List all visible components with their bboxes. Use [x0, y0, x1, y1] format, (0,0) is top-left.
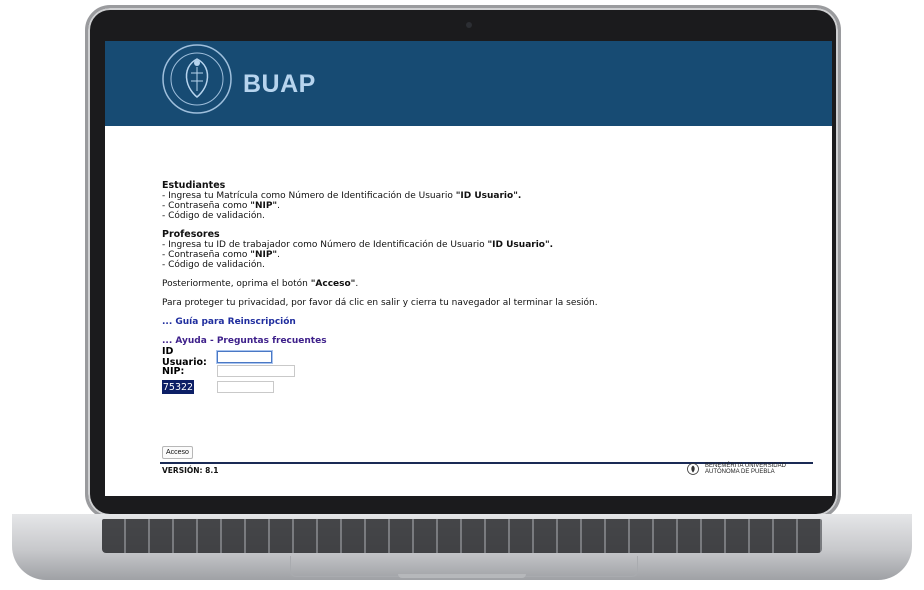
- footer-line-2: AUTÓNOMA DE PUEBLA: [705, 469, 775, 475]
- access-button[interactable]: Acceso: [162, 446, 193, 459]
- students-line-3: - Código de validación.: [162, 211, 265, 221]
- help-link[interactable]: ... Ayuda - Preguntas frecuentes: [162, 336, 822, 346]
- login-form: ID Usuario: NIP: 75322: [162, 346, 295, 394]
- nip-input[interactable]: [217, 365, 295, 377]
- id-input[interactable]: [216, 350, 273, 364]
- lid-notch: [398, 574, 526, 578]
- students-line-2: - Contraseña como "NIP".: [162, 201, 280, 211]
- captcha-input[interactable]: [217, 381, 274, 393]
- page-header: BUAP: [105, 41, 832, 126]
- id-row: ID Usuario:: [162, 346, 295, 368]
- camera-icon: [466, 22, 472, 28]
- students-title: Estudiantes: [162, 180, 226, 191]
- footer-brand: BENEMÉRITA UNIVERSIDAD AUTÓNOMA DE PUEBL…: [687, 463, 786, 475]
- guide-link[interactable]: ... Guía para Reinscripción: [162, 317, 822, 327]
- instructions: Estudiantes - Ingresa tu Matrícula como …: [162, 180, 822, 347]
- captcha-row: 75322: [162, 380, 295, 394]
- laptop-mockup: BUAP Estudiantes - Ingresa tu Matrícula …: [0, 0, 924, 590]
- nip-label: NIP:: [162, 365, 185, 377]
- captcha-code: 75322: [162, 380, 194, 394]
- nip-row: NIP:: [162, 364, 295, 378]
- professors-title: Profesores: [162, 229, 220, 240]
- professors-line-2: - Contraseña como "NIP".: [162, 250, 280, 260]
- version-label: VERSIÓN: 8.1: [162, 466, 219, 475]
- browser-screen: BUAP Estudiantes - Ingresa tu Matrícula …: [105, 41, 832, 496]
- privacy-note: Para proteger tu privacidad, por favor d…: [162, 298, 598, 308]
- students-line-1: - Ingresa tu Matrícula como Número de Id…: [162, 191, 522, 201]
- professors-line-1: - Ingresa tu ID de trabajador como Númer…: [162, 240, 554, 250]
- footer-seal-icon: [687, 463, 699, 475]
- after-instruction: Posteriormente, oprima el botón "Acceso"…: [162, 279, 359, 289]
- university-seal-icon: [162, 44, 232, 114]
- brand-title: BUAP: [243, 70, 316, 98]
- keyboard: [102, 519, 822, 553]
- professors-line-3: - Código de validación.: [162, 260, 265, 270]
